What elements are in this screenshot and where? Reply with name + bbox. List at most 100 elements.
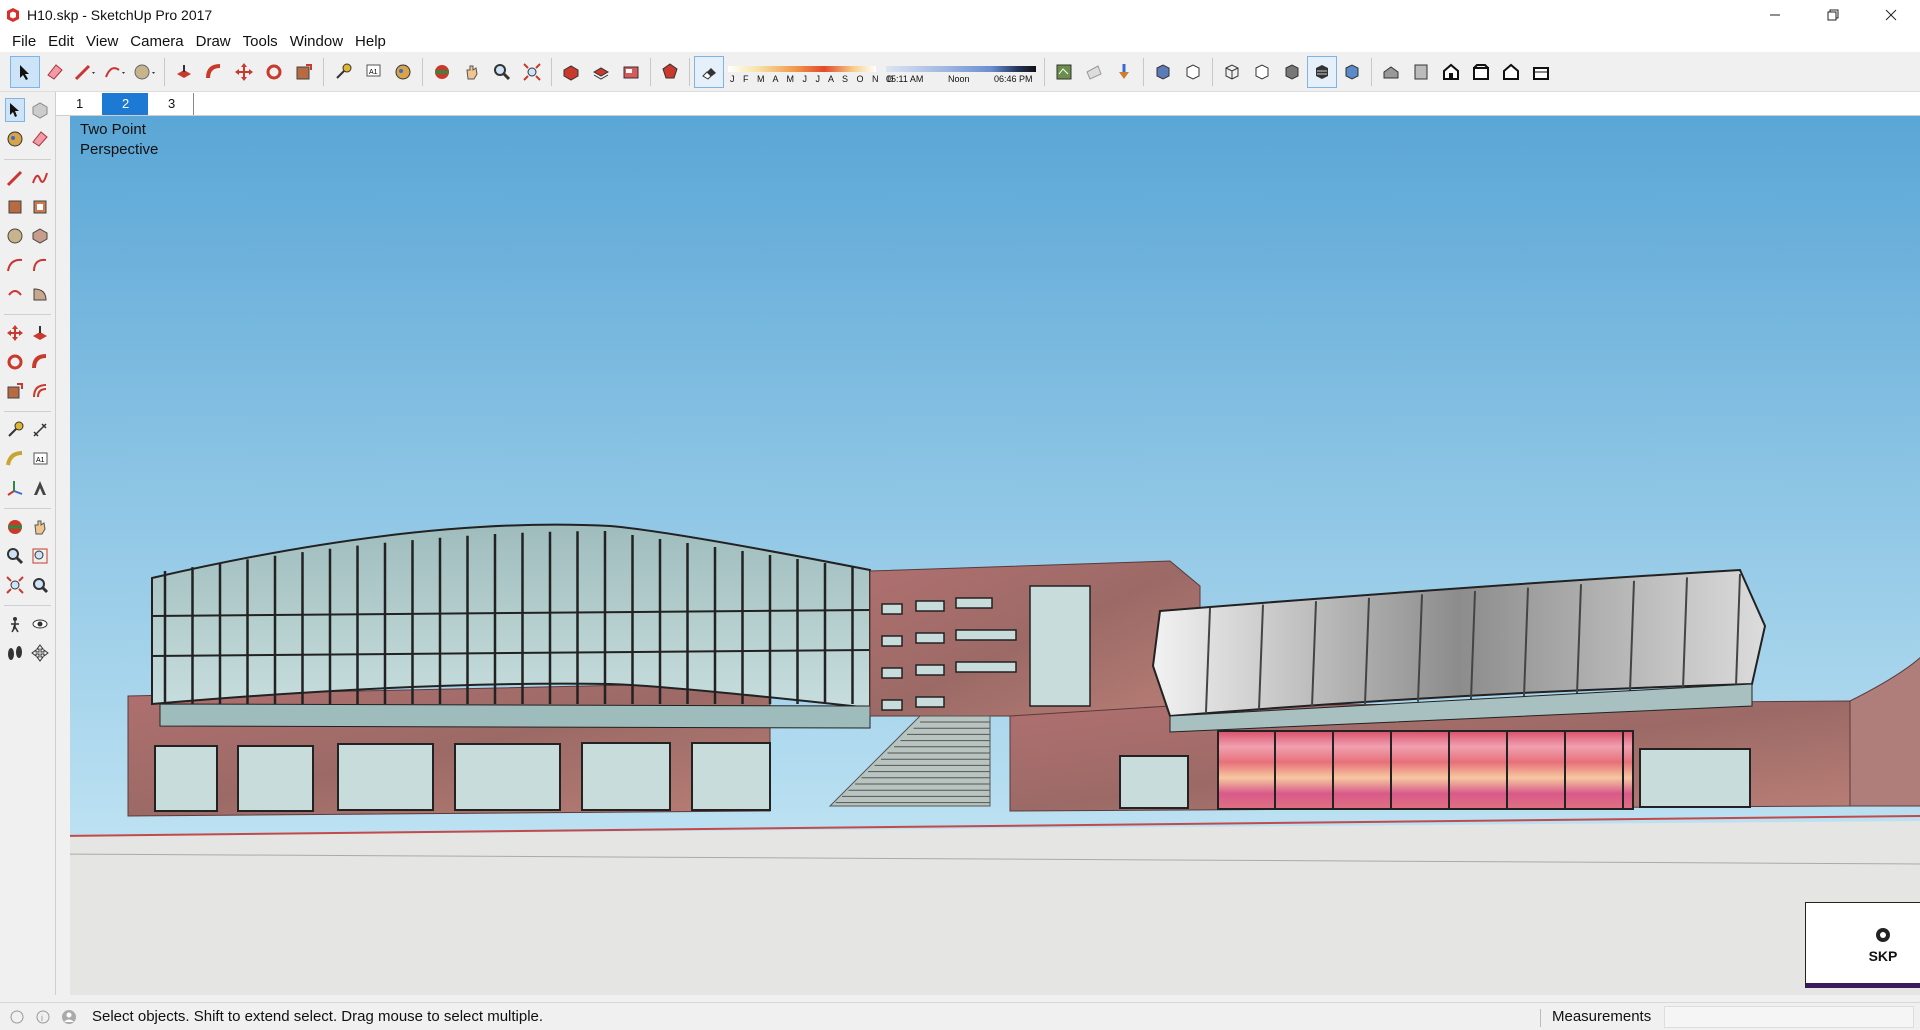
measurements-input[interactable]: [1664, 1006, 1914, 1028]
minimize-button[interactable]: [1746, 0, 1804, 30]
share-model-button[interactable]: [586, 56, 616, 88]
menu-camera[interactable]: Camera: [124, 33, 189, 50]
left-view-button[interactable]: [1526, 56, 1556, 88]
select-tool-button[interactable]: [10, 55, 40, 88]
dimension-tool[interactable]: [30, 418, 50, 442]
scale-button[interactable]: [289, 56, 319, 88]
user-status-button[interactable]: [60, 1008, 78, 1026]
right-view-button[interactable]: [1466, 56, 1496, 88]
orbit-icon: [435, 64, 449, 79]
axes-tool[interactable]: [5, 476, 25, 500]
offset-tool[interactable]: [30, 379, 50, 403]
three-point-arc-tool[interactable]: [5, 282, 25, 306]
geo-location-button[interactable]: [1049, 56, 1079, 88]
shaded-button[interactable]: [1277, 56, 1307, 88]
eraser-tool[interactable]: [30, 127, 50, 151]
shaded-textures-button[interactable]: [1307, 55, 1337, 88]
back-edges-button[interactable]: [1178, 56, 1208, 88]
paint-bucket-tool[interactable]: [5, 127, 25, 151]
paint-bucket-button[interactable]: [388, 56, 418, 88]
wireframe-button[interactable]: [1217, 56, 1247, 88]
menu-file[interactable]: File: [6, 33, 42, 50]
move-button[interactable]: [229, 56, 259, 88]
hidden-line-button[interactable]: [1247, 56, 1277, 88]
look-around-tool[interactable]: [30, 612, 50, 636]
follow-me-button[interactable]: [199, 56, 229, 88]
iso-view-button[interactable]: [1376, 56, 1406, 88]
select-tool[interactable]: [5, 98, 26, 122]
zoom-extents-button[interactable]: [517, 56, 547, 88]
menu-tools[interactable]: Tools: [237, 33, 284, 50]
menu-view[interactable]: View: [80, 33, 124, 50]
rotated-rectangle-tool[interactable]: [30, 195, 50, 219]
zoom-tool[interactable]: [5, 544, 25, 568]
close-button[interactable]: [1862, 0, 1920, 30]
two-point-arc-tool[interactable]: [30, 253, 50, 277]
previous-view-tool[interactable]: [30, 573, 50, 597]
text-button[interactable]: A1: [358, 56, 388, 88]
line-tool-button[interactable]: [70, 56, 100, 88]
orbit-tool[interactable]: [5, 515, 25, 539]
protractor-tool[interactable]: [5, 447, 25, 471]
menu-help[interactable]: Help: [349, 33, 392, 50]
scale-tool[interactable]: [5, 379, 25, 403]
push-pull-tool[interactable]: [30, 321, 50, 345]
top-view-button[interactable]: [1406, 56, 1436, 88]
section-plane-tool[interactable]: [30, 641, 50, 665]
extension-warehouse-button[interactable]: [655, 56, 685, 88]
arc-tool-button[interactable]: [100, 56, 130, 88]
rotate-button[interactable]: [259, 56, 289, 88]
geo-status-button[interactable]: [8, 1008, 26, 1026]
front-view-button[interactable]: [1436, 56, 1466, 88]
3d-warehouse-button[interactable]: [556, 56, 586, 88]
freehand-tool[interactable]: [30, 166, 50, 190]
shadow-month-slider[interactable]: J F M A M J J A S O N D: [728, 58, 894, 86]
circle-tool[interactable]: [5, 224, 25, 248]
tape-measure-button[interactable]: [328, 56, 358, 88]
text-tool[interactable]: A1: [30, 447, 50, 471]
arc-icon: [7, 258, 23, 272]
follow-me-tool[interactable]: [30, 350, 50, 374]
make-component-tool[interactable]: [30, 98, 50, 122]
push-pull-button[interactable]: [169, 56, 199, 88]
photo-textures-button[interactable]: [1079, 56, 1109, 88]
zoom-extents-tool[interactable]: [5, 573, 25, 597]
polygon-tool[interactable]: [30, 224, 50, 248]
zoom-button[interactable]: [487, 56, 517, 88]
shadows-toggle-button[interactable]: [694, 55, 724, 88]
walk-tool[interactable]: [5, 641, 25, 665]
scene-tab-3[interactable]: 3: [148, 92, 194, 115]
layout-button[interactable]: [616, 56, 646, 88]
position-camera-tool[interactable]: [5, 612, 25, 636]
xray-button[interactable]: [1148, 56, 1178, 88]
line-tool[interactable]: [5, 166, 25, 190]
move-icon: [7, 325, 23, 341]
3d-text-tool[interactable]: [30, 476, 50, 500]
shadow-time-slider[interactable]: 05:11 AM Noon 06:46 PM: [886, 58, 1036, 86]
monochrome-button[interactable]: [1337, 56, 1367, 88]
move-tool[interactable]: [5, 321, 25, 345]
tape-measure-tool[interactable]: [5, 418, 25, 442]
menu-window[interactable]: Window: [284, 33, 349, 50]
skp-logo-text: SKP: [1868, 948, 1898, 964]
add-location-button[interactable]: [1109, 56, 1139, 88]
pan-tool[interactable]: [30, 515, 50, 539]
pan-button[interactable]: [457, 56, 487, 88]
scene-tab-2[interactable]: 2: [102, 92, 148, 115]
back-view-button[interactable]: [1496, 56, 1526, 88]
rotate-tool[interactable]: [5, 350, 25, 374]
credits-status-button[interactable]: i: [34, 1008, 52, 1026]
menu-draw[interactable]: Draw: [190, 33, 237, 50]
pie-tool[interactable]: [30, 282, 50, 306]
select-icon: [10, 103, 20, 117]
scene-tab-1[interactable]: 1: [56, 93, 102, 115]
model-viewport[interactable]: Two Point Perspective SKP: [70, 116, 1920, 995]
restore-button[interactable]: [1804, 0, 1862, 30]
menu-edit[interactable]: Edit: [42, 33, 80, 50]
orbit-button[interactable]: [427, 56, 457, 88]
eraser-tool-button[interactable]: [40, 56, 70, 88]
zoom-window-tool[interactable]: [30, 544, 50, 568]
arc-tool[interactable]: [5, 253, 25, 277]
rectangle-tool[interactable]: [5, 195, 25, 219]
shapes-tool-button[interactable]: [130, 56, 160, 88]
